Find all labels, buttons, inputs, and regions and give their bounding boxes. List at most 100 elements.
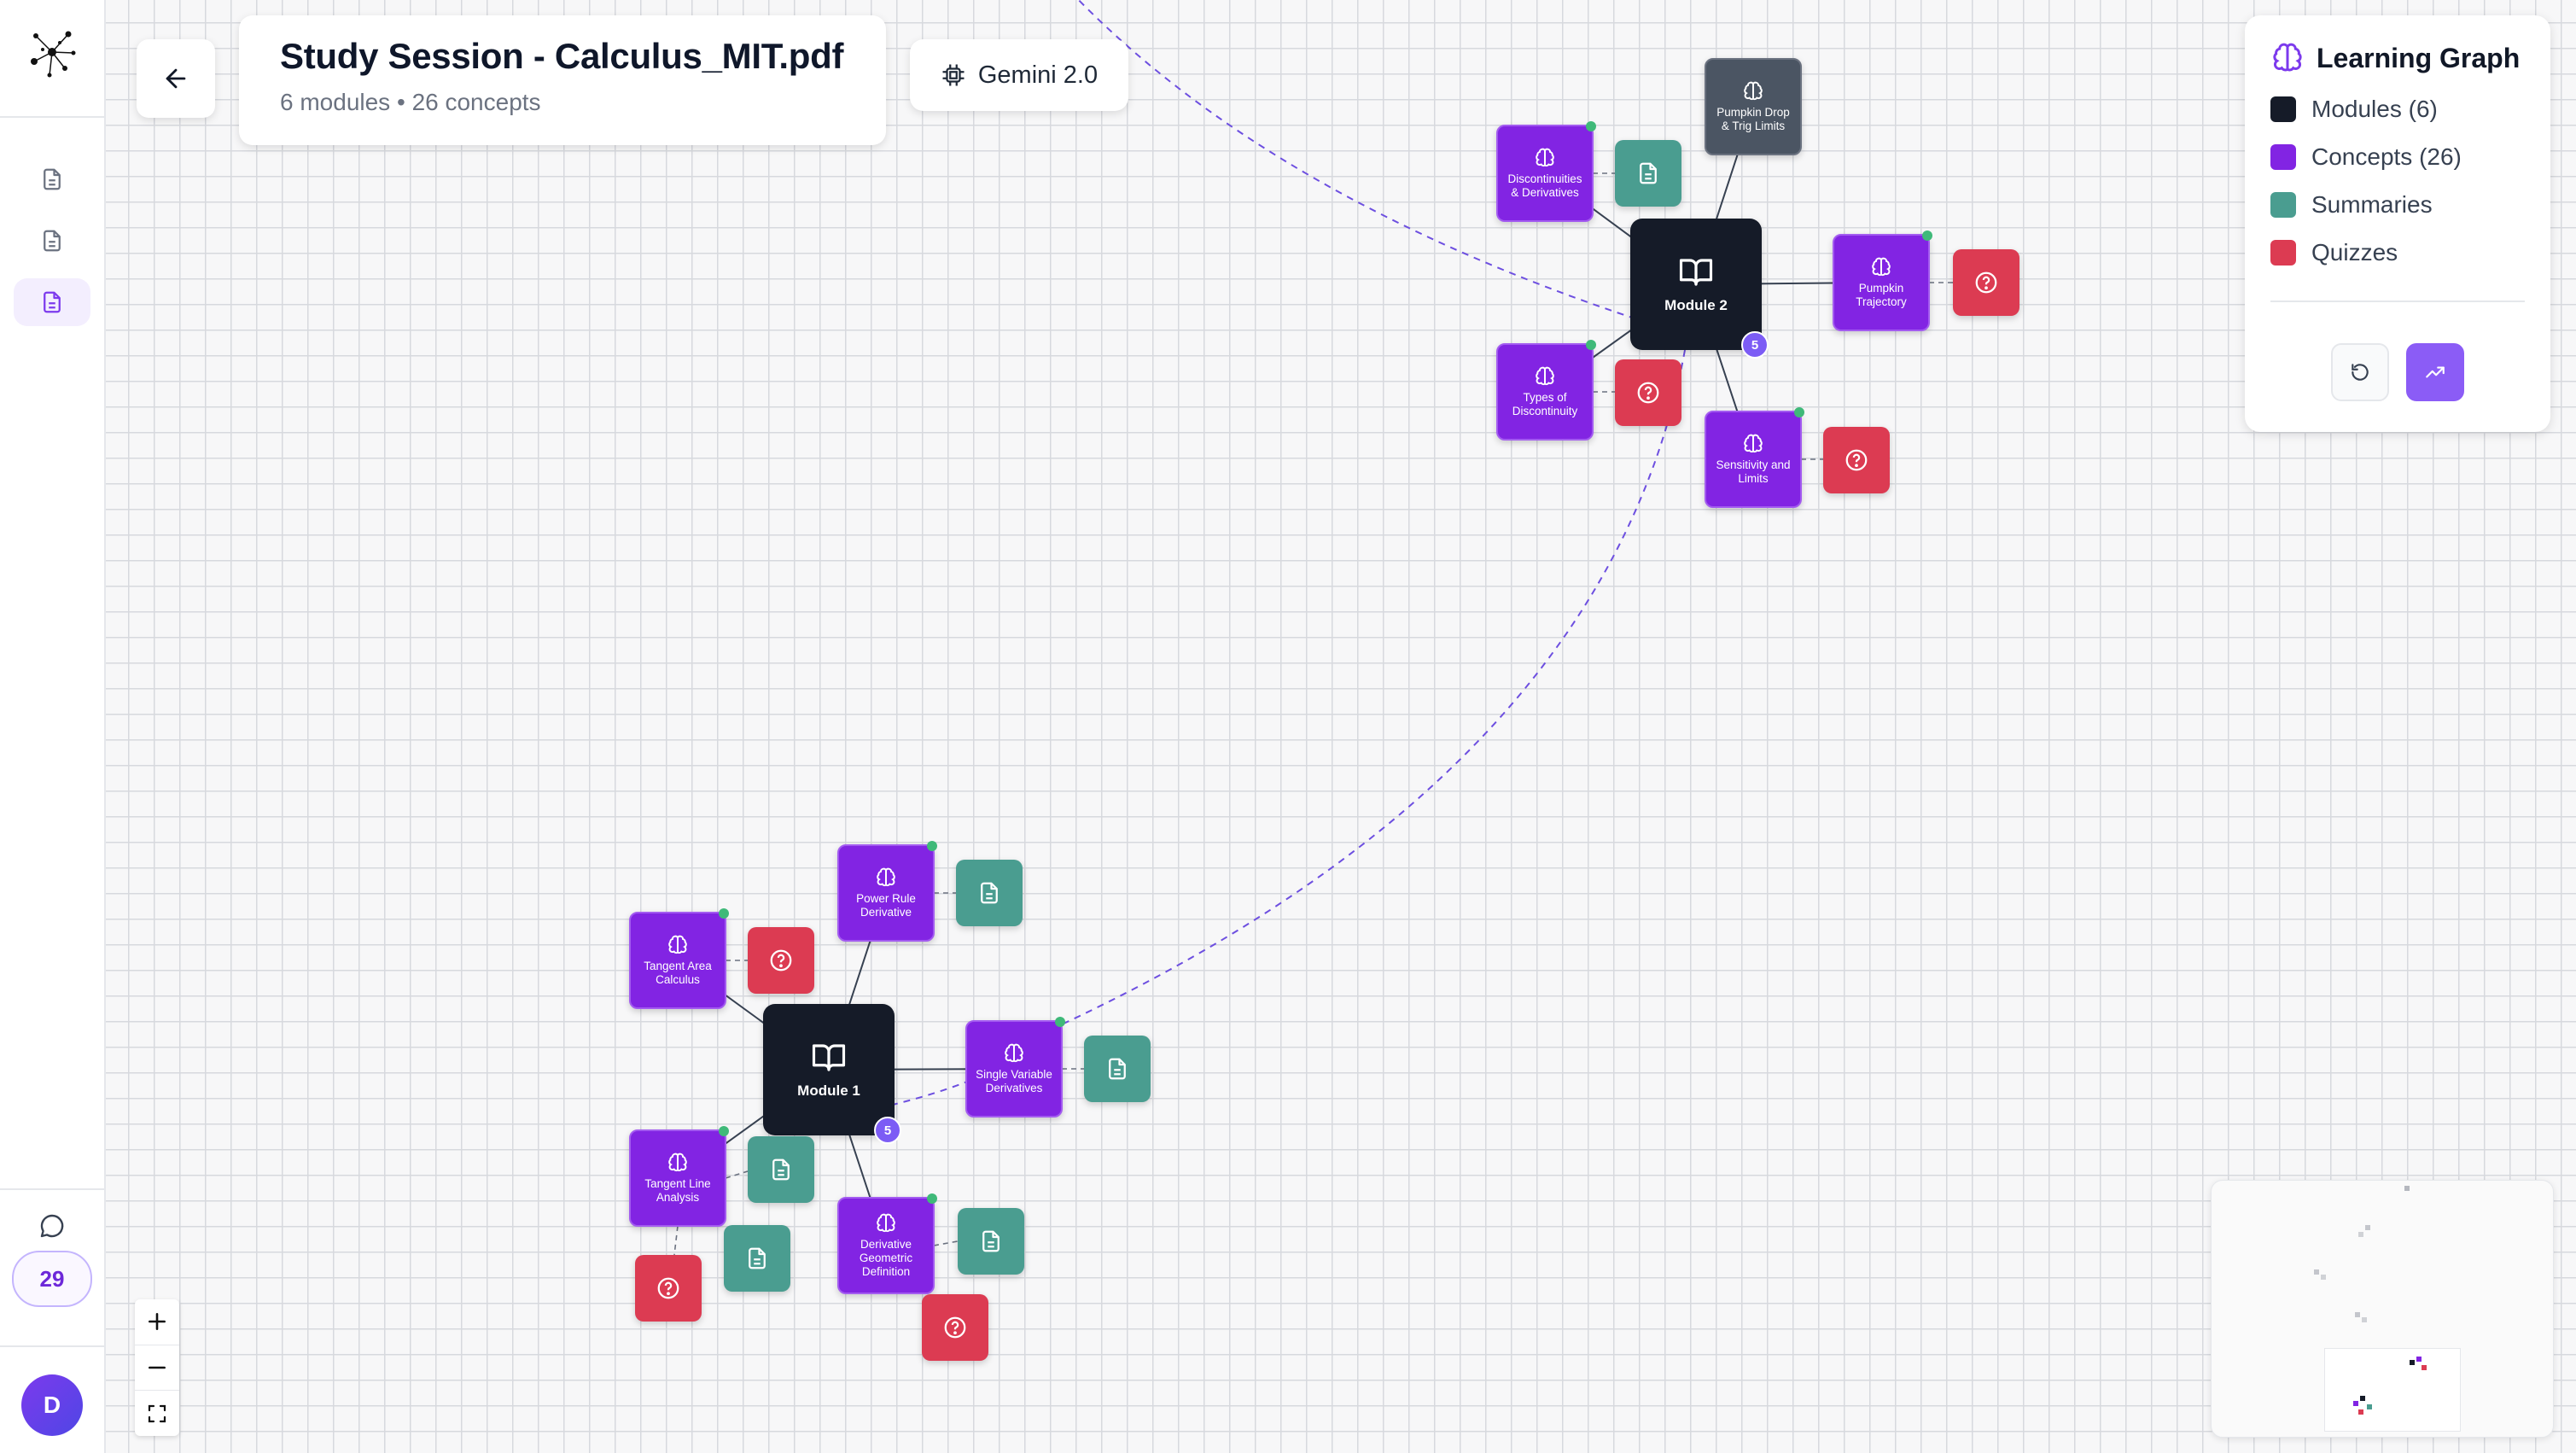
back-button[interactable] (137, 39, 215, 118)
help-circle-icon (1845, 449, 1868, 471)
document-icon (44, 230, 61, 252)
credits-badge[interactable]: 29 (12, 1251, 92, 1307)
summary-node[interactable] (724, 1225, 790, 1292)
user-avatar[interactable]: D (21, 1374, 83, 1436)
legend-item-summaries: Summaries (2270, 191, 2525, 219)
module-label: Module 1 (797, 1082, 860, 1099)
concept-node[interactable]: Discontinuities & Derivatives (1496, 125, 1594, 222)
zoom-out-button[interactable] (135, 1345, 179, 1392)
brain-icon (668, 935, 687, 954)
concept-node[interactable]: Single Variable Derivatives (965, 1020, 1063, 1117)
legend-panel: Learning Graph Modules (6) Concepts (26)… (2245, 15, 2550, 432)
concept-node[interactable]: Power Rule Derivative (837, 844, 935, 942)
status-dot (1794, 407, 1804, 417)
concept-node[interactable]: Tangent Area Calculus (629, 912, 726, 1009)
zoom-controls (135, 1299, 179, 1436)
quiz-node[interactable] (1953, 249, 2019, 316)
concept-node[interactable]: Pumpkin Drop & Trig Limits (1705, 58, 1802, 155)
document-icon (982, 1230, 1000, 1252)
help-circle-icon (1975, 271, 1997, 294)
legend-item-modules: Modules (6) (2270, 96, 2525, 123)
minimap-node (2321, 1275, 2326, 1280)
status-dot (927, 1193, 937, 1204)
concept-node[interactable]: Tangent Line Analysis (629, 1129, 726, 1227)
minimap-node (2404, 1186, 2410, 1191)
help-circle-icon (770, 949, 792, 972)
concept-node[interactable]: Types of Discontinuity (1496, 343, 1594, 441)
document-icon (749, 1247, 766, 1269)
concept-label: Derivative Geometric Definition (859, 1238, 913, 1278)
trending-up-icon (2426, 366, 2445, 378)
summary-node[interactable] (958, 1208, 1024, 1275)
summary-node[interactable] (1615, 140, 1681, 207)
status-dot (719, 1126, 729, 1136)
sidebar: 29 D (0, 0, 106, 1453)
minimap-viewport[interactable] (2324, 1348, 2461, 1432)
book-icon (1679, 259, 1713, 286)
help-circle-icon (657, 1277, 679, 1299)
fit-view-button[interactable] (135, 1391, 179, 1436)
concept-node[interactable]: Pumpkin Trajectory (1833, 234, 1930, 331)
help-circle-icon (944, 1316, 966, 1339)
concept-node[interactable]: Derivative Geometric Definition (837, 1197, 935, 1294)
legend-title: Learning Graph (2317, 42, 2521, 73)
quiz-node[interactable] (635, 1255, 702, 1322)
session-title-card: Study Session - Calculus_MIT.pdf 6 modul… (239, 15, 886, 145)
rotate-ccw-icon (2352, 364, 2369, 381)
brain-icon (1744, 434, 1763, 453)
legend-item-concepts: Concepts (26) (2270, 143, 2525, 171)
summary-node[interactable] (748, 1136, 814, 1203)
legend-swatch (2270, 144, 2296, 170)
quiz-node[interactable] (748, 927, 814, 994)
concept-label: Pumpkin Trajectory (1856, 282, 1907, 308)
sidebar-divider (0, 1345, 104, 1347)
minimap-node (2355, 1312, 2360, 1317)
brain-icon (1536, 366, 1554, 386)
quiz-node[interactable] (1823, 427, 1890, 493)
zoom-in-button[interactable] (135, 1299, 179, 1345)
legend-swatch (2270, 240, 2296, 266)
concept-node[interactable]: Sensitivity and Limits (1705, 411, 1802, 508)
concept-label: Sensitivity and Limits (1716, 458, 1791, 485)
chat-button[interactable] (14, 1202, 90, 1250)
app-logo[interactable] (24, 24, 80, 80)
module-node[interactable]: Module 2 (1630, 219, 1762, 350)
minimap-node (2365, 1225, 2370, 1230)
help-circle-icon (1637, 382, 1659, 404)
graph-canvas[interactable]: Module 2 5 Discontinuities & Derivatives… (106, 0, 2576, 1453)
brain-icon (1005, 1043, 1023, 1063)
legend-swatch (2270, 192, 2296, 218)
quiz-node[interactable] (922, 1294, 988, 1361)
minimap-node (2360, 1396, 2365, 1401)
brain-icon (877, 867, 895, 887)
cpu-chip-icon (942, 64, 965, 86)
legend-label: Quizzes (2311, 239, 2398, 266)
module-node[interactable]: Module 1 (763, 1004, 895, 1135)
minimap[interactable] (2211, 1180, 2554, 1438)
status-dot (719, 908, 729, 919)
sidebar-document-3[interactable] (14, 278, 90, 326)
model-label: Gemini 2.0 (977, 61, 1099, 89)
brain-icon (1872, 257, 1891, 277)
sidebar-document-2[interactable] (14, 217, 90, 265)
summary-node[interactable] (956, 860, 1023, 926)
quiz-node[interactable] (1615, 359, 1681, 426)
module-count-badge: 5 (1741, 331, 1769, 359)
model-selector[interactable]: Gemini 2.0 (910, 39, 1128, 111)
minimap-node (2422, 1365, 2427, 1370)
brain-icon (1536, 148, 1554, 167)
session-subtitle: 6 modules • 26 concepts (280, 89, 845, 116)
summary-node[interactable] (1084, 1036, 1151, 1102)
sidebar-divider (0, 1188, 104, 1190)
document-icon (44, 168, 61, 190)
reset-layout-button[interactable] (2331, 343, 2389, 401)
progress-view-button[interactable] (2406, 343, 2464, 401)
concept-label: Discontinuities & Derivatives (1507, 172, 1582, 199)
sidebar-document-1[interactable] (14, 155, 90, 203)
status-dot (1922, 230, 1932, 241)
separator-dot: • (396, 89, 405, 115)
legend-label: Modules (6) (2311, 96, 2438, 122)
status-dot (927, 841, 937, 851)
plus-icon (149, 1313, 166, 1331)
concept-label: Power Rule Derivative (856, 892, 916, 919)
